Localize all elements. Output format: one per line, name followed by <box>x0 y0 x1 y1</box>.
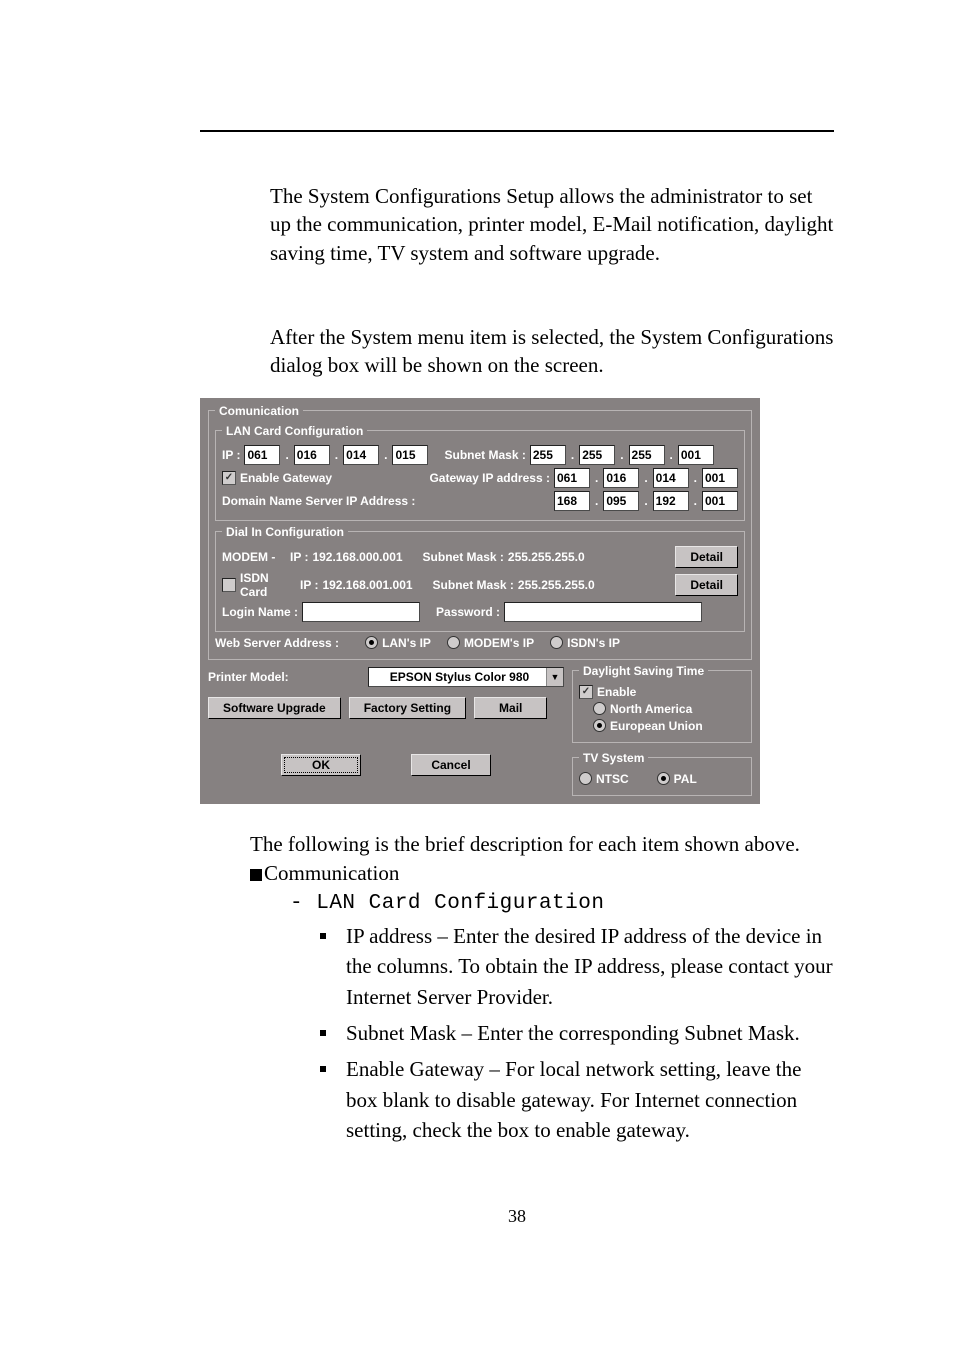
printer-model-select[interactable]: EPSON Stylus Color 980 ▼ <box>368 667 564 687</box>
isdn-label: ISDN Card <box>240 571 296 599</box>
dst-eu-radio[interactable] <box>593 719 606 732</box>
dialin-group: Dial In Configuration MODEM - IP : 192.1… <box>215 525 745 632</box>
isdn-subnet-label: Subnet Mask : <box>433 578 514 592</box>
printer-model-value: EPSON Stylus Color 980 <box>373 670 546 684</box>
square-bullet-icon <box>250 869 262 881</box>
isdn-subnet-value: 255.255.255.0 <box>518 578 595 592</box>
dst-na-radio[interactable] <box>593 702 606 715</box>
dns-label: Domain Name Server IP Address : <box>222 494 415 508</box>
enable-gateway-checkbox[interactable]: ✓ <box>222 471 236 485</box>
ip-octet-3[interactable]: 014 <box>343 445 379 465</box>
dst-na-label: North America <box>610 702 692 716</box>
login-name-input[interactable] <box>302 602 420 622</box>
web-lan-radio[interactable] <box>365 636 378 649</box>
printer-model-label: Printer Model: <box>208 670 289 684</box>
subnet-label: Subnet Mask : <box>444 448 525 462</box>
intro-paragraph-2: After the System menu item is selected, … <box>270 323 834 380</box>
system-config-dialog: Comunication LAN Card Configuration IP :… <box>200 398 760 804</box>
dst-group: Daylight Saving Time ✓ Enable North Amer… <box>572 664 752 743</box>
list-item: Subnet Mask – Enter the corresponding Su… <box>320 1018 834 1048</box>
gateway-octet-1[interactable]: 061 <box>554 468 590 488</box>
lan-config-list: IP address – Enter the desired IP addres… <box>320 921 834 1146</box>
enable-gateway-label: Enable Gateway <box>240 471 332 485</box>
intro-paragraph-1: The System Configurations Setup allows t… <box>270 182 834 267</box>
ip-octet-1[interactable]: 061 <box>244 445 280 465</box>
modem-detail-button[interactable]: Detail <box>675 546 738 568</box>
gateway-octet-2[interactable]: 016 <box>603 468 639 488</box>
tv-system-legend: TV System <box>579 751 648 765</box>
modem-ip-label: IP : <box>290 550 308 564</box>
chevron-down-icon: ▼ <box>546 668 563 686</box>
login-name-label: Login Name : <box>222 605 298 619</box>
dst-enable-checkbox[interactable]: ✓ <box>579 685 593 699</box>
dns-octet-1[interactable]: 168 <box>554 491 590 511</box>
web-lan-label: LAN's IP <box>382 636 431 650</box>
web-modem-radio[interactable] <box>447 636 460 649</box>
subnet-octet-4[interactable]: 001 <box>678 445 714 465</box>
page-number: 38 <box>200 1206 834 1227</box>
tv-ntsc-radio[interactable] <box>579 772 592 785</box>
modem-subnet-label: Subnet Mask : <box>423 550 504 564</box>
isdn-detail-button[interactable]: Detail <box>675 574 738 596</box>
dst-legend: Daylight Saving Time <box>579 664 708 678</box>
dialin-legend: Dial In Configuration <box>222 525 348 539</box>
communication-group: Comunication LAN Card Configuration IP :… <box>208 404 752 660</box>
dns-octet-2[interactable]: 095 <box>603 491 639 511</box>
ip-label: IP : <box>222 448 240 462</box>
dst-eu-label: European Union <box>610 719 703 733</box>
subnet-octet-1[interactable]: 255 <box>530 445 566 465</box>
gateway-ip-label: Gateway IP address : <box>429 471 550 485</box>
section-communication: Communication <box>250 861 834 886</box>
software-upgrade-button[interactable]: Software Upgrade <box>208 697 341 719</box>
ip-octet-2[interactable]: 016 <box>294 445 330 465</box>
dst-enable-label: Enable <box>597 685 636 699</box>
isdn-ip-label: IP : <box>300 578 318 592</box>
cancel-button[interactable]: Cancel <box>411 754 491 776</box>
ok-button[interactable]: OK <box>281 754 361 776</box>
password-input[interactable] <box>504 602 702 622</box>
web-isdn-radio[interactable] <box>550 636 563 649</box>
ip-octet-4[interactable]: 015 <box>392 445 428 465</box>
password-label: Password : <box>436 605 500 619</box>
factory-setting-button[interactable]: Factory Setting <box>349 697 466 719</box>
tv-pal-radio[interactable] <box>657 772 670 785</box>
isdn-ip-value: 192.168.001.001 <box>322 578 412 592</box>
tv-pal-label: PAL <box>674 772 697 786</box>
top-rule <box>200 130 834 132</box>
modem-label: MODEM - <box>222 550 286 564</box>
gateway-octet-4[interactable]: 001 <box>702 468 738 488</box>
tv-ntsc-label: NTSC <box>596 772 629 786</box>
list-item: Enable Gateway – For local network setti… <box>320 1054 834 1145</box>
gateway-octet-3[interactable]: 014 <box>653 468 689 488</box>
post-intro: The following is the brief description f… <box>250 832 834 857</box>
web-modem-label: MODEM's IP <box>464 636 534 650</box>
list-item: IP address – Enter the desired IP addres… <box>320 921 834 1012</box>
lan-group: LAN Card Configuration IP : 061. 016. 01… <box>215 424 745 521</box>
subnet-octet-3[interactable]: 255 <box>629 445 665 465</box>
communication-legend: Comunication <box>215 404 303 418</box>
dns-octet-4[interactable]: 001 <box>702 491 738 511</box>
web-server-label: Web Server Address : <box>215 636 339 650</box>
web-server-row: Web Server Address : LAN's IP MODEM's IP… <box>215 636 745 650</box>
modem-subnet-value: 255.255.255.0 <box>508 550 585 564</box>
modem-ip-value: 192.168.000.001 <box>312 550 402 564</box>
lan-config-subtitle: - LAN Card Configuration <box>290 892 834 915</box>
subnet-octet-2[interactable]: 255 <box>579 445 615 465</box>
isdn-checkbox[interactable] <box>222 578 236 592</box>
mail-button[interactable]: Mail <box>474 697 547 719</box>
dns-octet-3[interactable]: 192 <box>653 491 689 511</box>
lan-legend: LAN Card Configuration <box>222 424 367 438</box>
tv-system-group: TV System NTSC PAL <box>572 751 752 796</box>
web-isdn-label: ISDN's IP <box>567 636 620 650</box>
